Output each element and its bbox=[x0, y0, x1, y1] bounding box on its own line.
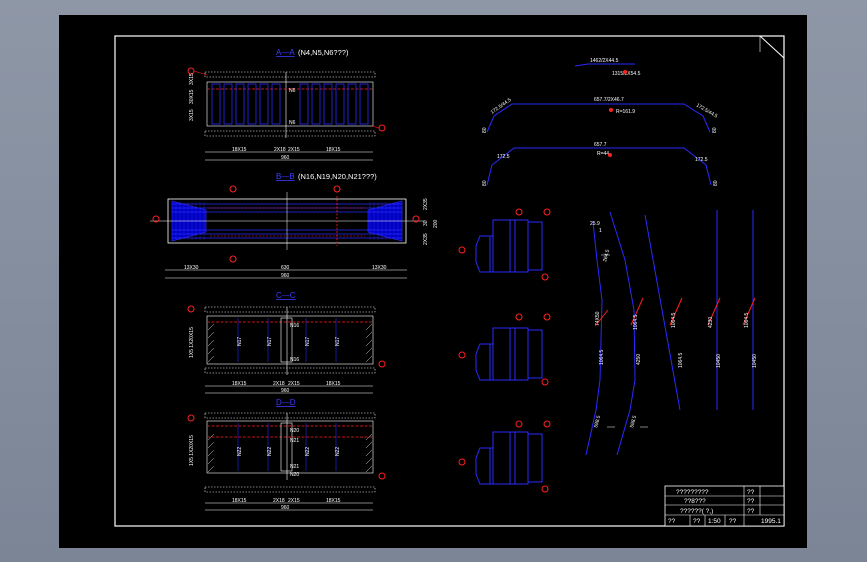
long-bar-6-len: 10450 bbox=[752, 354, 758, 368]
long-bar-3-mid: 1064.5 bbox=[671, 312, 677, 328]
rebar-mid-sub: R=161.9 bbox=[616, 109, 635, 115]
a-a-side-dims: 3X15 30X15 3X15 bbox=[189, 73, 195, 121]
title-block-subtitle: ??8??? bbox=[684, 498, 706, 505]
rebar-bot-marker bbox=[608, 153, 612, 157]
a-a-label-n6-bottom: N6 bbox=[289, 120, 296, 126]
d-d-label-n21-b: N21 bbox=[290, 464, 299, 470]
c-c-dim-left: 18X15 bbox=[232, 381, 247, 387]
rebar-bot-left-v: 80 bbox=[482, 180, 488, 186]
d-d-label-n20-a: N20 bbox=[290, 428, 299, 434]
b-b-height-dim: 200 bbox=[433, 219, 439, 228]
c-c-side-dim: 1X5 1X20X15 bbox=[189, 327, 195, 358]
rebar-mid-marker bbox=[609, 108, 613, 112]
a-a-label-n6-top: N6 bbox=[289, 88, 296, 94]
d-d-dim-total: 960 bbox=[281, 505, 290, 511]
long-bar-1-len: 74X50 bbox=[595, 311, 601, 326]
long-bar-5-mid: 1064.5 bbox=[744, 312, 750, 328]
view-a-a-title-suffix: (N4,N5,N6???) bbox=[298, 48, 349, 57]
a-a-side-dim-1: 3X15 bbox=[189, 109, 195, 121]
long-bar-1-top: 25.9 bbox=[590, 221, 600, 227]
title-block-r2-right: ?? bbox=[747, 498, 755, 505]
rebar-bot-left-label: 172.5 bbox=[497, 154, 510, 160]
rebar-top-marker bbox=[623, 70, 627, 74]
c-c-dim-total: 960 bbox=[281, 388, 290, 394]
d-d-label-n22-a: N22 bbox=[237, 447, 243, 456]
c-c-dim-mid: 2X18 bbox=[273, 381, 285, 387]
cad-drawing-canvas[interactable]: A—A (N4,N5,N6???) N6 N6 3X15 30X15 3X15 bbox=[0, 0, 867, 562]
long-bar-2-mid: 1064.5 bbox=[633, 314, 639, 330]
view-c-c-title: C—C bbox=[276, 291, 296, 300]
d-d-dim-left: 18X15 bbox=[232, 498, 247, 504]
d-d-label-n22-b: N22 bbox=[267, 447, 273, 456]
b-b-dim-total: 960 bbox=[281, 273, 290, 279]
c-c-label-n17-a: N17 bbox=[237, 337, 243, 346]
d-d-label-n21-a: N21 bbox=[290, 438, 299, 444]
rebar-mid-label: 657.7/2X46.7 bbox=[594, 97, 624, 103]
a-a-dim-left: 18X15 bbox=[232, 147, 247, 153]
c-c-label-n17-c: N17 bbox=[305, 337, 311, 346]
c-c-label-n17-d: N17 bbox=[335, 337, 341, 346]
title-block-description: ??????( ?,) bbox=[680, 508, 713, 515]
d-d-label-n22-d: N22 bbox=[335, 447, 341, 456]
view-a-a-title-prefix: A—A bbox=[276, 48, 295, 57]
c-c-label-n16-b: N16 bbox=[290, 357, 299, 363]
b-b-dim-left: 13X30 bbox=[184, 265, 199, 271]
title-block-cell-a: ?? bbox=[668, 518, 676, 525]
d-d-label-n20-b: N20 bbox=[290, 472, 299, 478]
c-c-label-n17-b: N17 bbox=[267, 337, 273, 346]
c-c-label-n16-a: N16 bbox=[290, 323, 299, 329]
rebar-top-label-1: 1462/2X44.5 bbox=[590, 58, 619, 64]
c-c-dim-right: 18X15 bbox=[326, 381, 341, 387]
title-block-r3-right: ?? bbox=[747, 508, 755, 515]
b-b-side-dim-1: 2X35 bbox=[423, 233, 429, 245]
b-b-side-dim-2: 30 bbox=[423, 220, 429, 226]
title-block-drawing-name: ????????? bbox=[676, 489, 709, 496]
d-d-dim-mid: 2X18 bbox=[273, 498, 285, 504]
long-bar-3-len: 4250 bbox=[636, 354, 642, 365]
title-block-cell-d: ?? bbox=[729, 518, 737, 525]
d-d-dim-right: 18X15 bbox=[326, 498, 341, 504]
b-b-dim-right: 13X30 bbox=[372, 265, 387, 271]
long-bar-5-len: 10450 bbox=[716, 354, 722, 368]
title-block-cell-b: ?? bbox=[693, 518, 701, 525]
long-bar-4-mid: 4230 bbox=[708, 317, 714, 328]
rebar-mid-right-v: 80 bbox=[712, 127, 718, 133]
a-a-dim-mid: 2X18 bbox=[274, 147, 286, 153]
title-block-date: 1995.1 bbox=[761, 518, 781, 525]
rebar-bot-right-v: 80 bbox=[713, 180, 719, 186]
rebar-bot-right-label: 172.5 bbox=[695, 157, 708, 163]
rebar-bot-sub: R=44 bbox=[597, 151, 609, 157]
rebar-mid-left-v: 80 bbox=[482, 127, 488, 133]
long-bar-1-top2: 1 bbox=[599, 228, 602, 234]
title-block-r1-right: ?? bbox=[747, 489, 755, 496]
title-block-scale: 1:50 bbox=[708, 518, 721, 525]
long-bar-2-len: 1064.5 bbox=[599, 349, 605, 365]
title-block: ????????? ?? ??8??? ?? ??????( ?,) ?? ??… bbox=[664, 485, 785, 527]
drawing-sheet bbox=[59, 15, 807, 548]
rebar-bot-label: 657.7 bbox=[594, 142, 607, 148]
view-d-d-title: D—D bbox=[276, 398, 296, 407]
d-d-side-dim: 1X5 1X20X15 bbox=[189, 435, 195, 466]
b-b-side-dim-3: 2X35 bbox=[423, 198, 429, 210]
long-bar-4-len: 1064.5 bbox=[678, 352, 684, 368]
view-b-b-title-suffix: (N16,N19,N20,N21???) bbox=[298, 172, 377, 181]
c-c-dim-mid2: 2X15 bbox=[288, 381, 300, 387]
view-b-b-title-prefix: B—B bbox=[276, 172, 295, 181]
d-d-dim-mid2: 2X15 bbox=[288, 498, 300, 504]
d-d-label-n22-c: N22 bbox=[305, 447, 311, 456]
a-a-dim-total: 960 bbox=[281, 155, 290, 161]
a-a-side-dim-3: 3X15 bbox=[189, 73, 195, 85]
a-a-dim-right: 18X15 bbox=[326, 147, 341, 153]
a-a-side-dim-2: 30X15 bbox=[189, 89, 195, 104]
b-b-dim-mid: 630 bbox=[281, 265, 290, 271]
a-a-dim-mid2: 2X15 bbox=[288, 147, 300, 153]
